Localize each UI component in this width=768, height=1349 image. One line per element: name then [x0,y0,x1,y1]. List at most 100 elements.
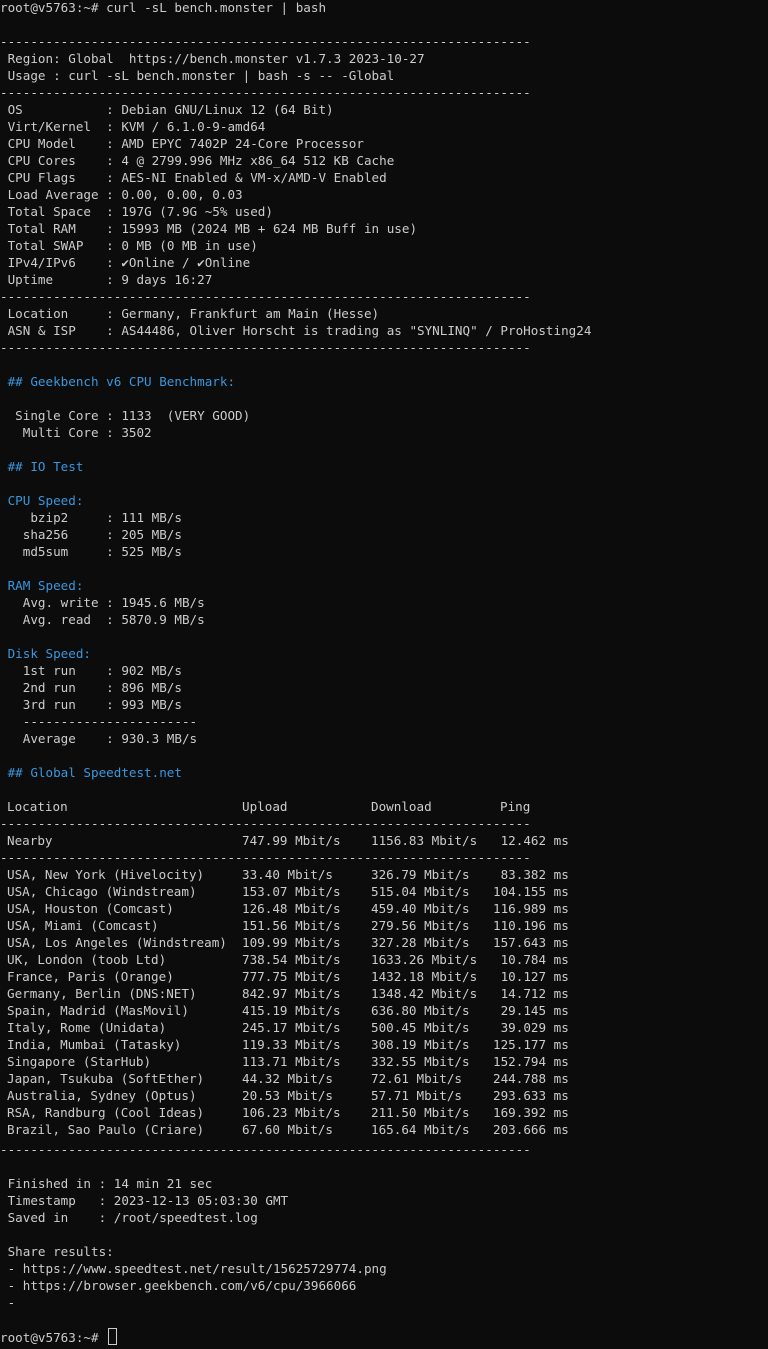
speedtest-ping: 12.462 ms [493,833,569,848]
info-label: Virt/Kernel [0,119,107,134]
speedtest-ping: 104.155 ms [493,884,569,899]
speedtest-upload: 44.32 Mbit/s [242,1071,333,1086]
speedtest-location: Brazil, Sao Paulo (Criare) [7,1122,205,1137]
system-info-row: Load Average : 0.00, 0.00, 0.03 [0,186,243,203]
info-value: : 0 MB (0 MB in use) [106,238,258,253]
speedtest-row: Germany, Berlin (DNS:NET) 842.97 Mbit/s 13… [0,985,768,1002]
speedtest-ping: 203.666 ms [493,1122,569,1137]
shell-prompt: root@v5763:~# [0,1330,99,1345]
speedtest-row: USA, Miami (Comcast) 151.56 Mbit/s 279.56 … [0,917,768,934]
speedtest-row: Singapore (StarHub) 113.71 Mbit/s 332.55 M… [0,1053,768,1070]
info-value: : ✔Online / ✔Online [106,255,251,270]
prompt-line[interactable]: root@v5763:~# [0,1328,118,1345]
separator: ----------------------------------------… [0,34,531,49]
speedtest-row: USA, Houston (Comcast) 126.48 Mbit/s 459.4… [0,900,768,917]
speedtest-download: 1348.42 Mbit/s [371,986,478,1001]
speedtest-row: RSA, Randburg (Cool Ideas) 106.23 Mbit/s 2… [0,1104,768,1121]
speedtest-upload: 151.56 Mbit/s [242,918,341,933]
speedtest-download: 1633.26 Mbit/s [371,952,478,967]
speedtest-upload: 738.54 Mbit/s [242,952,341,967]
system-info-row: OS : Debian GNU/Linux 12 (64 Bit) [0,101,334,118]
region-line: Region: Global https://bench.monster v1.… [0,51,425,66]
system-info-row: CPU Model : AMD EPYC 7402P 24-Core Proce… [0,135,364,152]
speedtest-row: India, Mumbai (Tatasky) 119.33 Mbit/s 308.… [0,1036,768,1053]
speedtest-ping: 169.392 ms [493,1105,569,1120]
speedtest-upload: 153.07 Mbit/s [242,884,341,899]
speedtest-download: 459.40 Mbit/s [371,901,470,916]
column-header-upload: Upload [242,799,288,814]
speedtest-ping: 152.794 ms [493,1054,569,1069]
speedtest-upload: 20.53 Mbit/s [242,1088,333,1103]
system-info-row: IPv4/IPv6 : ✔Online / ✔Online [0,254,251,271]
terminal-window[interactable]: root@v5763:~# curl -sL bench.monster | b… [0,0,768,1349]
disk-separator: ----------------------- [0,714,198,729]
share-link-speedtest[interactable]: - https://www.speedtest.net/result/15625… [0,1260,387,1277]
speedtest-location: USA, New York (Hivelocity) [7,867,205,882]
speedtest-row: Brazil, Sao Paulo (Criare) 67.60 Mbit/s 16… [0,1121,768,1138]
speedtest-ping: 244.788 ms [493,1071,569,1086]
cursor-icon [108,1328,118,1345]
system-info-row: Uptime : 9 days 16:27 [0,271,213,288]
system-info-row: Total SWAP : 0 MB (0 MB in use) [0,237,258,254]
info-label: Total SWAP [0,238,107,253]
speedtest-ping: 293.633 ms [493,1088,569,1103]
speedtest-download: 636.80 Mbit/s [371,1003,470,1018]
speedtest-row: France, Paris (Orange) 777.75 Mbit/s 1432.… [0,968,768,985]
info-label: Uptime [0,272,107,287]
info-label: CPU Cores [0,153,107,168]
speedtest-ping: 14.712 ms [493,986,569,1001]
shell-prompt: root@v5763:~# [0,0,99,15]
speedtest-upload: 777.75 Mbit/s [242,969,341,984]
speedtest-ping: 116.989 ms [493,901,569,916]
ram-speed-row: Avg. read : 5870.9 MB/s [0,612,205,627]
location-info-row: ASN & ISP : AS44486, Oliver Horscht is t… [0,322,592,339]
info-label: Load Average [0,187,107,202]
speedtest-ping: 10.784 ms [493,952,569,967]
speedtest-download: 308.19 Mbit/s [371,1037,470,1052]
speedtest-upload: 113.71 Mbit/s [242,1054,341,1069]
speedtest-row: Australia, Sydney (Optus) 20.53 Mbit/s 57.… [0,1087,768,1104]
speedtest-download: 326.79 Mbit/s [371,867,470,882]
info-label: ASN & ISP [0,323,107,338]
disk-speed-heading: Disk Speed: [0,646,91,661]
info-label: CPU Flags [0,170,107,185]
separator: ----------------------------------------… [0,340,531,355]
location-info-row: Location : Germany, Frankfurt am Main (H… [0,305,380,322]
info-label: Total RAM [0,221,107,236]
speedtest-row: USA, Chicago (Windstream) 153.07 Mbit/s 51… [0,883,768,900]
speedtest-location: RSA, Randburg (Cool Ideas) [7,1105,205,1120]
separator: ----------------------------------------… [0,85,531,100]
disk-speed-row: 1st run : 902 MB/s [0,663,182,678]
speedtest-download: 515.04 Mbit/s [371,884,470,899]
info-label: CPU Model [0,136,107,151]
system-info-row: Total Space : 197G (7.9G ~5% used) [0,203,273,220]
speedtest-ping: 157.643 ms [493,935,569,950]
speedtest-location: Spain, Madrid (MasMovil) [7,1003,189,1018]
speedtest-location: Italy, Rome (Unidata) [7,1020,167,1035]
share-link-geekbench[interactable]: - https://browser.geekbench.com/v6/cpu/3… [0,1277,357,1294]
system-info-row: Total RAM : 15993 MB (2024 MB + 624 MB B… [0,220,417,237]
speedtest-download: 279.56 Mbit/s [371,918,470,933]
finished-line: Finished in : 14 min 21 sec [0,1176,213,1191]
speedtest-download: 327.28 Mbit/s [371,935,470,950]
speedtest-location: USA, Houston (Comcast) [7,901,174,916]
system-info-row: CPU Cores : 4 @ 2799.996 MHz x86_64 512 … [0,152,395,169]
geekbench-heading: ## Geekbench v6 CPU Benchmark: [0,374,236,389]
speedtest-location: France, Paris (Orange) [7,969,174,984]
speedtest-upload: 106.23 Mbit/s [242,1105,341,1120]
speedtest-upload: 126.48 Mbit/s [242,901,341,916]
speedtest-location: USA, Miami (Comcast) [7,918,159,933]
speedtest-row: UK, London (toob Ltd) 738.54 Mbit/s 1633.2… [0,951,768,968]
cpu-speed-row: sha256 : 205 MB/s [0,527,182,542]
speedtest-heading: ## Global Speedtest.net [0,765,182,780]
speedtest-location: UK, London (toob Ltd) [7,952,167,967]
speedtest-upload: 33.40 Mbit/s [242,867,333,882]
speedtest-header-row: Location Upload Download Ping [0,798,768,815]
separator: ----------------------------------------… [0,850,531,865]
speedtest-download: 500.45 Mbit/s [371,1020,470,1035]
speedtest-location: Japan, Tsukuba (SoftEther) [7,1071,205,1086]
cpu-speed-heading: CPU Speed: [0,493,84,508]
share-link-empty: - [0,1295,16,1310]
info-value: : Germany, Frankfurt am Main (Hesse) [106,306,380,321]
speedtest-ping: 29.145 ms [493,1003,569,1018]
